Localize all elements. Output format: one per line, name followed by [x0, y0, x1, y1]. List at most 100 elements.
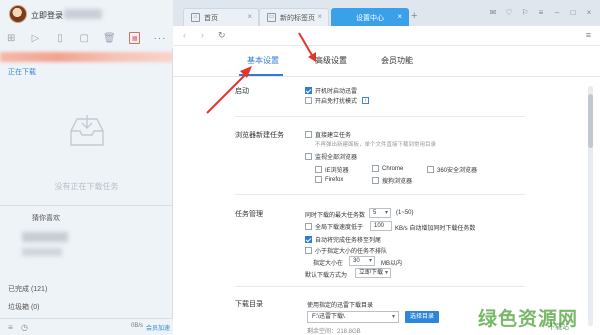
pause-icon[interactable]: ▯ — [55, 32, 65, 44]
browser-checkbox[interactable] — [372, 177, 379, 184]
recommend-item[interactable] — [22, 232, 68, 242]
login-link[interactable]: 立即登录 — [31, 10, 63, 21]
tab-advanced-settings[interactable]: 高级设置 — [315, 55, 347, 66]
tab-home[interactable]: ⌂ 首页 × — [183, 8, 259, 26]
size-select[interactable]: 30 — [349, 256, 375, 266]
file-icon[interactable]: ▢ — [79, 32, 89, 44]
tab-label: 新的标签页 — [280, 14, 315, 22]
menu-icon[interactable]: ≡ — [536, 8, 546, 18]
tab-new-page[interactable]: ▭ 新的标签页 × — [259, 8, 329, 26]
section-browser-task-label: 浏览器新建任务 — [235, 132, 284, 139]
browser-checkbox[interactable] — [372, 165, 379, 172]
browser-checkbox[interactable] — [315, 166, 322, 173]
tab-settings[interactable]: 设置中心 × — [331, 8, 409, 26]
trash-category[interactable]: 垃圾箱 (0) — [8, 302, 40, 312]
select-value: 立即下载 — [359, 270, 384, 276]
direct-create-checkbox[interactable] — [305, 131, 312, 138]
browser-ie-option[interactable]: IE浏览器 — [315, 165, 349, 174]
max-tasks-label: 同时下载的最大任务数 — [305, 213, 366, 219]
watermark-subtext: 下载站 — [548, 324, 569, 331]
recommend-item[interactable] — [22, 248, 62, 256]
default-mode-select[interactable]: 立即下载 — [355, 268, 391, 278]
section-divider — [235, 194, 525, 195]
size-label: 指定大小在 — [313, 261, 344, 267]
browser-checkbox[interactable] — [427, 166, 434, 173]
back-icon[interactable]: ‹ — [183, 30, 186, 40]
mail-icon[interactable]: ✉ — [488, 8, 498, 18]
max-tasks-select[interactable]: 5 — [369, 208, 391, 218]
play-icon[interactable]: ▷ — [30, 32, 40, 44]
close-window-icon[interactable]: × — [584, 8, 594, 18]
status-bar: ≡ ◷ 0B/s 会员加速 — [0, 318, 173, 335]
section-divider — [235, 116, 525, 117]
scheduled-task-icon[interactable]: ▦ — [129, 32, 140, 44]
option-label: 开机时启动迅雷 — [315, 89, 358, 95]
no-disturb-option[interactable]: 开启免打扰模式 i — [305, 96, 370, 105]
close-icon[interactable]: × — [397, 12, 402, 21]
download-path-input[interactable]: F:\迅雷下载\ — [307, 311, 399, 323]
option-label: 搜狗浏览器 — [382, 179, 413, 185]
delete-icon[interactable]: 🗑 — [103, 32, 116, 44]
browser-firefox-option[interactable]: Firefox — [315, 176, 343, 183]
choose-directory-button[interactable]: 选择目录 — [405, 311, 439, 323]
monitor-all-option[interactable]: 监视全部浏览器 — [305, 152, 357, 161]
skin-icon[interactable]: ♡ — [504, 8, 514, 18]
avatar[interactable] — [9, 5, 27, 23]
empty-inbox-icon — [70, 115, 104, 146]
section-startup-label: 启动 — [235, 88, 249, 95]
page-menu-icon[interactable]: ≡ — [586, 30, 591, 40]
auto-move-option[interactable]: 自动将完成任务移至列尾 — [305, 235, 381, 244]
browser-sogou-option[interactable]: 搜狗浏览器 — [372, 176, 412, 185]
download-speed: 0B/s — [131, 323, 144, 329]
new-task-icon[interactable]: ⊞ — [6, 32, 16, 44]
input-value: 100 — [374, 223, 385, 229]
completed-category[interactable]: 已完成 (121) — [8, 284, 47, 294]
info-icon[interactable]: i — [362, 97, 370, 104]
monitor-all-checkbox[interactable] — [305, 153, 312, 160]
auto-move-checkbox[interactable] — [305, 236, 312, 243]
forward-icon[interactable]: › — [201, 30, 204, 40]
option-label: 开启免打扰模式 — [315, 99, 358, 105]
tab-member-features[interactable]: 会员功能 — [381, 55, 413, 66]
shirt-icon[interactable]: ⚐ — [520, 8, 530, 18]
option-label: Firefox — [325, 176, 344, 183]
low-speed-suffix: KB/s 自动增加同时下载任务数 — [395, 226, 476, 232]
minimize-icon[interactable]: – — [552, 8, 562, 18]
expand-icon[interactable]: ≡ — [6, 323, 15, 332]
download-panel: 立即登录 ⊞ ▷ ▯ ▢ 🗑 ▦ ··· 正在下载 没有正在下载任务 猜你喜欢 … — [0, 0, 173, 335]
member-accelerate-link[interactable]: 会员加速 — [146, 323, 170, 332]
downloading-category[interactable]: 正在下载 — [8, 67, 36, 77]
browser-checkbox[interactable] — [315, 176, 322, 183]
clock-icon[interactable]: ◷ — [20, 323, 29, 332]
path-value: F:\迅雷下载\ — [312, 314, 345, 320]
divider — [0, 205, 173, 206]
new-tab-icon[interactable]: + — [411, 10, 417, 22]
close-icon[interactable]: × — [317, 12, 322, 21]
option-label: 直接建立任务 — [315, 133, 352, 139]
maximize-icon[interactable]: □ — [568, 8, 578, 18]
nav-bar: ‹ › ↻ ≡ — [173, 26, 600, 46]
no-disturb-checkbox[interactable] — [305, 97, 312, 104]
low-speed-checkbox[interactable] — [305, 223, 312, 230]
small-task-option[interactable]: 小于指定大小的任务不排队 — [305, 246, 387, 255]
browser-360-option[interactable]: 360安全浏览器 — [427, 165, 477, 174]
max-tasks-range: (1~50) — [396, 210, 414, 216]
auto-start-checkbox[interactable] — [305, 87, 312, 94]
scrollbar[interactable] — [588, 86, 593, 326]
low-speed-option[interactable]: 全局下载速度低于 — [305, 222, 363, 231]
direct-create-option[interactable]: 直接建立任务 — [305, 130, 351, 139]
refresh-icon[interactable]: ↻ — [218, 30, 226, 41]
option-label: Chrome — [382, 165, 404, 172]
close-icon[interactable]: × — [247, 12, 252, 21]
low-speed-input[interactable]: 100 — [370, 221, 392, 231]
section-download-dir-label: 下载目录 — [235, 301, 263, 308]
auto-start-option[interactable]: 开机时启动迅雷 — [305, 86, 357, 95]
blurred-banner — [0, 52, 173, 62]
small-task-checkbox[interactable] — [305, 247, 312, 254]
tabs-divider — [173, 76, 600, 77]
more-menu-icon[interactable]: ··· — [154, 32, 166, 44]
window-controls: ✉ ♡ ⚐ ≡ – □ × — [488, 8, 594, 18]
scrollbar-thumb[interactable] — [588, 94, 593, 148]
browser-chrome-option[interactable]: Chrome — [372, 165, 403, 172]
tab-basic-settings[interactable]: 基本设置 — [247, 55, 279, 66]
